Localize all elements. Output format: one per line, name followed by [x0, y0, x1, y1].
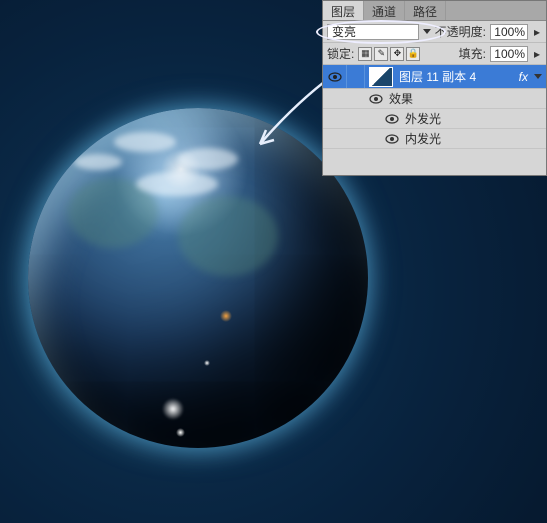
effects-label: 效果 [389, 90, 413, 107]
lock-icons-group: ▦ ✎ ✥ 🔒 [358, 47, 420, 61]
lens-flare [162, 398, 184, 420]
lock-pixels-icon[interactable]: ▦ [358, 47, 372, 61]
landmass [178, 196, 278, 276]
lock-brush-icon[interactable]: ✎ [374, 47, 388, 61]
layer-list: 图层 11 副本 4 fx 效果 外发光 内发光 [323, 65, 546, 175]
lens-flare [204, 360, 210, 366]
eye-icon[interactable] [369, 94, 389, 104]
tab-paths[interactable]: 路径 [405, 1, 446, 20]
layer-thumbnail[interactable] [369, 67, 393, 87]
opacity-label: 不透明度: [435, 23, 486, 40]
lens-flare [220, 310, 232, 322]
opacity-flyout-icon[interactable]: ▸ [532, 25, 542, 39]
fill-label: 填充: [459, 45, 486, 62]
layer-row[interactable]: 图层 11 副本 4 fx [323, 65, 546, 89]
link-cell[interactable] [347, 65, 365, 88]
effects-collapse-icon[interactable] [534, 74, 542, 79]
fill-input[interactable]: 100% [490, 46, 528, 62]
effect-item[interactable]: 外发光 [323, 109, 546, 129]
canvas-artwork [28, 108, 368, 448]
cloud [114, 132, 176, 152]
visibility-toggle[interactable] [323, 65, 347, 88]
lock-fill-row: 锁定: ▦ ✎ ✥ 🔒 填充: 100% ▸ [323, 43, 546, 65]
effect-item[interactable]: 内发光 [323, 129, 546, 149]
planet [28, 108, 368, 448]
lock-label: 锁定: [327, 45, 354, 62]
eye-icon[interactable] [385, 134, 405, 144]
layer-name[interactable]: 图层 11 副本 4 [397, 68, 513, 85]
fill-flyout-icon[interactable]: ▸ [532, 47, 542, 61]
effects-header[interactable]: 效果 [323, 89, 546, 109]
blend-mode-value: 变亮 [332, 23, 356, 40]
tab-layers[interactable]: 图层 [323, 1, 364, 20]
effect-name: 外发光 [405, 110, 441, 127]
lens-flare [176, 428, 185, 437]
lock-all-icon[interactable]: 🔒 [406, 47, 420, 61]
cloud [136, 172, 218, 196]
blend-opacity-row: 变亮 不透明度: 100% ▸ [323, 21, 546, 43]
dropdown-icon[interactable] [423, 29, 431, 34]
fx-badge[interactable]: fx [513, 70, 534, 84]
cloud [178, 148, 238, 170]
cloud [74, 154, 122, 170]
layers-panel: 图层 通道 路径 变亮 不透明度: 100% ▸ 锁定: ▦ ✎ ✥ 🔒 填充:… [322, 0, 547, 176]
opacity-input[interactable]: 100% [490, 24, 528, 40]
blend-mode-dropdown[interactable]: 变亮 [327, 24, 419, 40]
effect-name: 内发光 [405, 130, 441, 147]
tab-channels[interactable]: 通道 [364, 1, 405, 20]
eye-icon[interactable] [385, 114, 405, 124]
lock-move-icon[interactable]: ✥ [390, 47, 404, 61]
eye-icon [328, 72, 342, 82]
panel-tabs: 图层 通道 路径 [323, 1, 546, 21]
